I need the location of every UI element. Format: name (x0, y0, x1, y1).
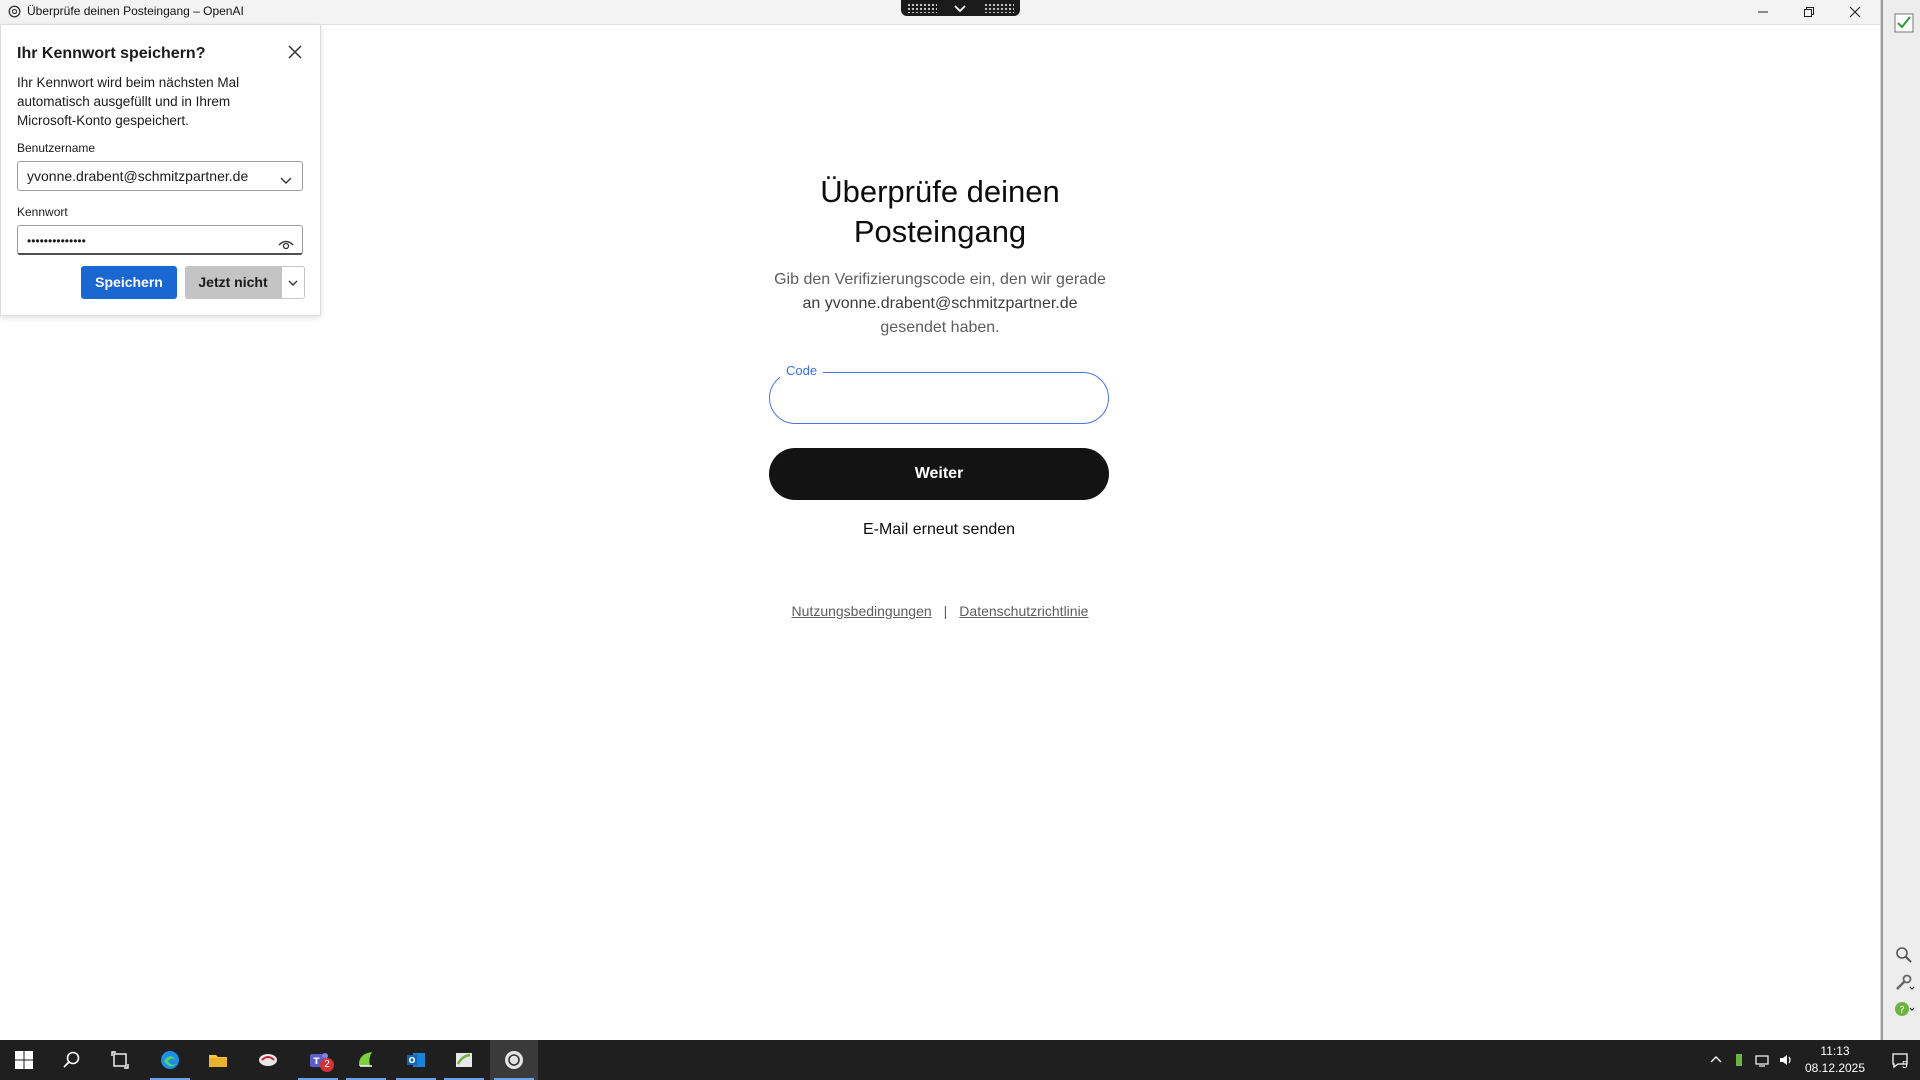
volume-tray-button[interactable] (1774, 1040, 1798, 1080)
code-label: Code (780, 363, 824, 378)
resend-email-link[interactable]: E-Mail erneut senden (769, 521, 1109, 539)
side-toolbar: ? (1880, 0, 1920, 1040)
windows-logo-icon (15, 1051, 33, 1069)
help-icon[interactable]: ? (1893, 998, 1915, 1020)
folder-icon (209, 1055, 227, 1067)
close-icon (288, 45, 302, 59)
restore-button[interactable] (1786, 0, 1832, 24)
terms-link[interactable]: Nutzungsbedingungen (792, 603, 932, 619)
dialog-heading: Ihr Kennwort speichern? (17, 45, 206, 62)
save-password-button[interactable]: Speichern (81, 266, 177, 299)
restore-icon (1804, 7, 1814, 17)
code-input[interactable] (790, 385, 1094, 413)
outlook-icon: O (407, 1053, 425, 1067)
document-app-icon (456, 1053, 472, 1067)
grip-dots-icon (984, 3, 1014, 13)
speaker-icon (1780, 1055, 1791, 1065)
window-title-bar[interactable]: Überprüfe deinen Posteingang – OpenAI (0, 0, 1880, 25)
chevron-down-icon (288, 280, 298, 286)
username-select[interactable]: yvonne.drabent@schmitzpartner.de (17, 161, 303, 191)
wrench-icon[interactable] (1893, 972, 1915, 994)
task-view-button[interactable] (96, 1040, 144, 1080)
taskbar: T 2 O 11:13 08.12.2025 5 (0, 1040, 1920, 1080)
mail-app-icon (259, 1054, 277, 1066)
side-divider (1881, 0, 1883, 1040)
footer-links: Nutzungsbedingungen | Datenschutzrichtlini… (760, 603, 1120, 619)
chevron-down-icon[interactable] (953, 2, 967, 14)
clock-time: 11:13 (1820, 1044, 1850, 1058)
remote-session-grip[interactable] (901, 0, 1020, 16)
svg-text:O: O (409, 1056, 416, 1065)
username-value: yvonne.drabent@schmitzpartner.de (27, 168, 249, 184)
close-window-button[interactable] (1832, 0, 1878, 24)
minimize-button[interactable] (1740, 0, 1786, 24)
close-icon (1849, 6, 1861, 18)
link-separator: | (943, 603, 948, 619)
minimize-icon (1758, 11, 1768, 13)
task-view-icon (111, 1051, 129, 1069)
continue-button[interactable]: Weiter (769, 448, 1109, 500)
taskbar-search-button[interactable] (48, 1040, 96, 1080)
magnifier-icon[interactable] (1893, 944, 1915, 966)
start-button[interactable] (0, 1040, 48, 1080)
page-title: Überprüfe deinen Posteingang (820, 174, 1060, 249)
openai-logo-icon (505, 1051, 523, 1069)
taskbar-app-document[interactable] (440, 1040, 488, 1080)
chevron-down-icon[interactable] (278, 169, 294, 184)
network-icon (1755, 1055, 1769, 1067)
taskbar-file-explorer[interactable] (194, 1040, 242, 1080)
page-subtitle: Gib den Verifizierungscode ein, den wir … (760, 268, 1120, 340)
dialog-description: Ihr Kennwort wird beim nächsten Mal auto… (17, 75, 240, 128)
teams-notification-badge: 2 (320, 1058, 334, 1072)
taskbar-edge[interactable] (146, 1040, 194, 1080)
network-tray-button[interactable] (1750, 1040, 1774, 1080)
clock-date: 08.12.2025 (1804, 1061, 1866, 1075)
subtitle-line: gesendet haben. (880, 319, 1000, 336)
subtitle-line: Gib den Verifizierungscode ein, den wir … (774, 271, 1106, 288)
more-options-button[interactable] (281, 266, 305, 299)
tray-app-icon[interactable] (1728, 1040, 1750, 1080)
not-now-button[interactable]: Jetzt nicht (185, 266, 281, 299)
taskbar-openai-window[interactable] (490, 1040, 538, 1080)
show-hidden-icons-button[interactable] (1704, 1040, 1728, 1080)
password-field[interactable]: •••••••••••••• (17, 225, 303, 255)
subtitle-email-line: an yvonne.drabent@schmitzpartner.de (802, 295, 1078, 312)
grip-dots-icon (907, 3, 937, 13)
window-title: Überprüfe deinen Posteingang – OpenAI (27, 4, 244, 18)
action-center-button[interactable]: 5 (1880, 1041, 1920, 1079)
password-value: •••••••••••••• (27, 234, 86, 248)
taskbar-outlook[interactable]: O (392, 1040, 440, 1080)
task-check-icon[interactable] (1893, 12, 1915, 34)
battery-tray-icon (1736, 1054, 1742, 1066)
username-label: Benutzername (17, 141, 96, 155)
svg-text:?: ? (1899, 1005, 1904, 1016)
taskbar-app-green[interactable] (342, 1040, 390, 1080)
dialog-close-button[interactable] (286, 43, 304, 61)
edge-browser-icon (161, 1051, 179, 1069)
save-password-dialog: Ihr Kennwort speichern? Ihr Kennwort wir… (0, 24, 321, 316)
eye-icon[interactable] (278, 233, 294, 250)
taskbar-clock[interactable]: 11:13 08.12.2025 (1800, 1043, 1870, 1077)
search-icon (63, 1051, 80, 1068)
privacy-link[interactable]: Datenschutzrichtlinie (959, 603, 1088, 619)
green-app-icon (358, 1052, 372, 1067)
openai-logo-icon (8, 5, 21, 18)
chevron-up-icon (1710, 1056, 1722, 1063)
taskbar-app-mail[interactable] (244, 1040, 292, 1080)
notification-count: 5 (1902, 1060, 1908, 1071)
taskbar-teams[interactable]: T 2 (294, 1040, 342, 1080)
password-label: Kennwort (17, 205, 68, 219)
